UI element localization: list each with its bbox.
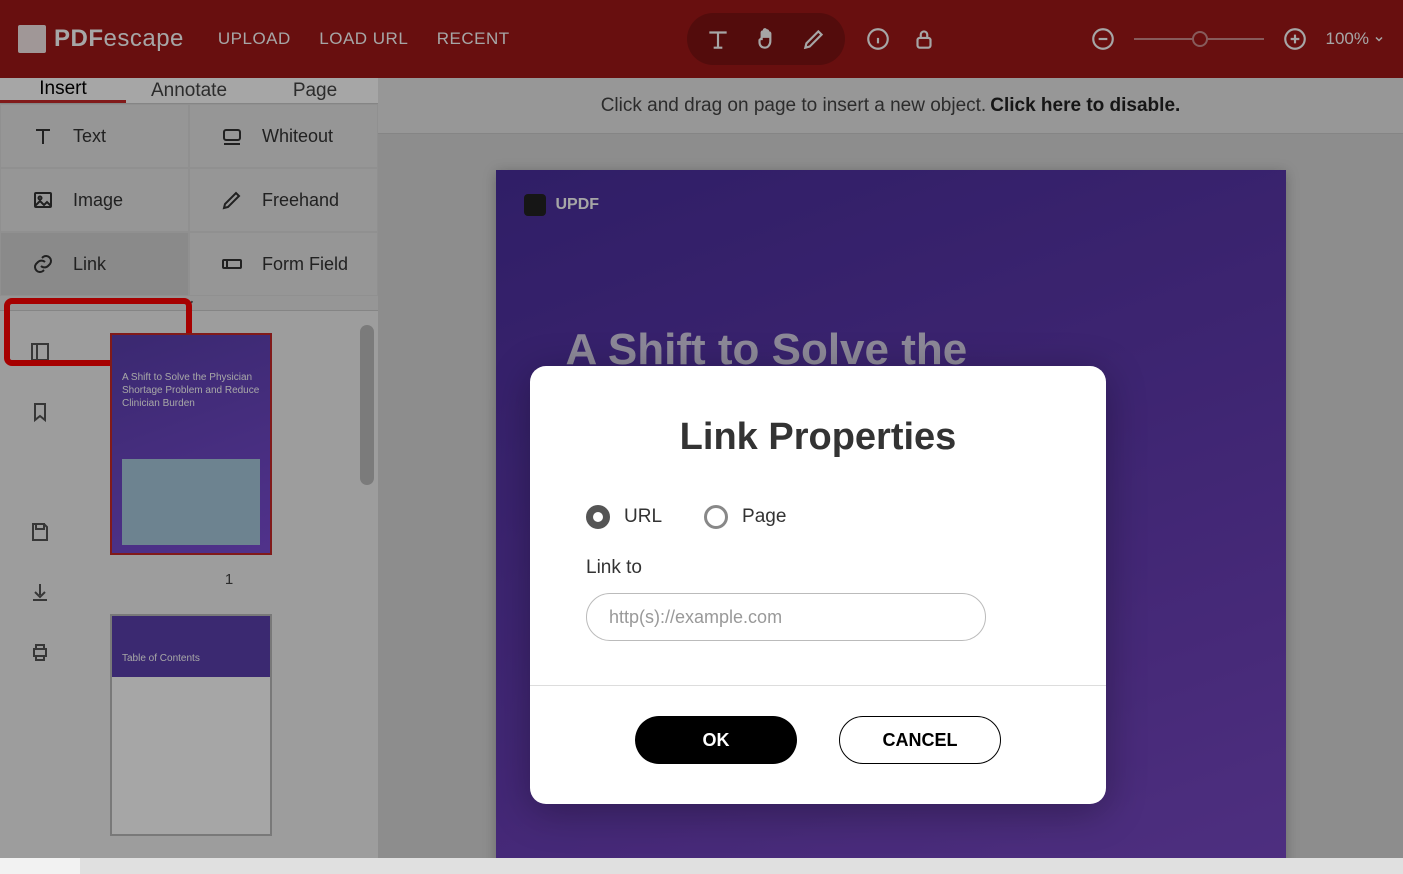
modal-divider <box>530 685 1106 686</box>
modal-buttons: OK CANCEL <box>586 716 1050 764</box>
link-to-label: Link to <box>586 557 1050 579</box>
cancel-button[interactable]: CANCEL <box>839 716 1001 764</box>
link-properties-modal: Link Properties URL Page Link to OK CANC… <box>530 366 1106 804</box>
ok-button[interactable]: OK <box>635 716 797 764</box>
radio-url-indicator <box>586 505 610 529</box>
link-type-radios: URL Page <box>586 505 1050 529</box>
radio-page-indicator <box>704 505 728 529</box>
link-url-input[interactable] <box>586 593 986 641</box>
radio-page[interactable]: Page <box>704 505 786 529</box>
radio-url[interactable]: URL <box>586 505 662 529</box>
modal-title: Link Properties <box>586 416 1050 459</box>
